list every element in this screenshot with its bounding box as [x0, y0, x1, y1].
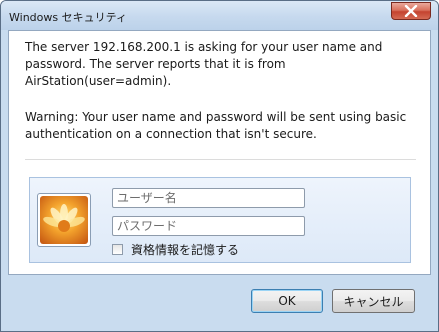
- remember-credentials[interactable]: 資格情報を記憶する: [112, 241, 239, 257]
- close-x-icon: [404, 2, 418, 21]
- security-dialog: Windows セキュリティ The server 192.168.200.1 …: [0, 0, 439, 332]
- server-message: The server 192.168.200.1 is asking for y…: [25, 40, 383, 88]
- cancel-button[interactable]: キャンセル: [332, 289, 415, 313]
- title-bar[interactable]: Windows セキュリティ: [1, 1, 438, 30]
- window-title: Windows セキュリティ: [9, 11, 127, 24]
- ok-button[interactable]: OK: [251, 289, 323, 313]
- divider: [25, 159, 416, 160]
- warning-message: Warning: Your user name and password wil…: [25, 110, 407, 141]
- username-input[interactable]: [112, 188, 305, 208]
- password-input[interactable]: [112, 216, 305, 236]
- close-button[interactable]: [391, 2, 431, 20]
- credential-panel: 資格情報を記憶する: [29, 177, 411, 263]
- remember-label: 資格情報を記憶する: [131, 242, 240, 257]
- dialog-content: The server 192.168.200.1 is asking for y…: [8, 30, 431, 275]
- avatar: [37, 193, 91, 247]
- remember-checkbox[interactable]: [112, 243, 123, 255]
- user-tile-flower-icon: [40, 196, 88, 244]
